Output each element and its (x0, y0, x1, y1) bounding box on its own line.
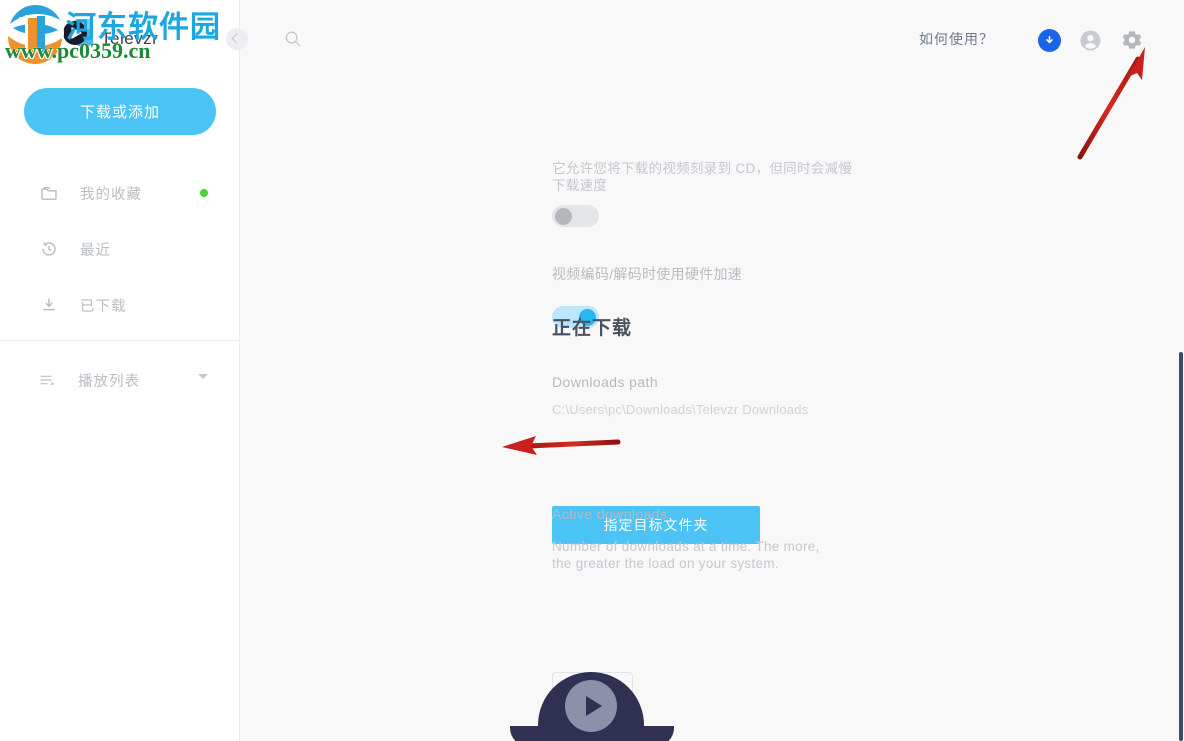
active-downloads-hint-line1: Number of downloads at a time. The more, (552, 539, 820, 554)
active-downloads-title: Active downloads (552, 506, 668, 522)
folder-icon (40, 184, 58, 202)
burn-cd-description-line2: 下载速度 (552, 178, 608, 193)
download-or-add-button[interactable]: 下载或添加 (24, 88, 216, 135)
settings-content: 它允许您将下载的视频刻录到 CD，但同时会减慢 下载速度 视频编码/解码时使用硬… (240, 76, 1184, 741)
sidebar-item-label: 播放列表 (78, 373, 140, 390)
favorites-status-dot (200, 189, 208, 197)
account-icon[interactable] (1079, 29, 1102, 52)
downloads-path-label: Downloads path (552, 374, 658, 390)
burn-cd-toggle[interactable] (552, 205, 599, 227)
sidebar-divider (0, 340, 240, 341)
downloads-path-value: C:\Users\pc\Downloads\Televzr Downloads (552, 402, 809, 417)
playlist-lines-icon (38, 371, 56, 389)
active-downloads-hint-line2: the greater the load on your system. (552, 556, 779, 571)
search-icon[interactable] (283, 29, 303, 49)
downloads-icon[interactable] (1038, 28, 1061, 52)
brand: Televzr (0, 0, 240, 62)
sidebar-item-label: 我的收藏 (80, 186, 142, 203)
sidebar-item-recent[interactable]: 最近 (0, 221, 240, 277)
sidebar: Televzr 下载或添加 我的收藏 最近 已下载 播放列表 (0, 0, 248, 741)
settings-gear-icon[interactable] (1120, 28, 1144, 52)
sidebar-nav: 我的收藏 最近 已下载 (0, 165, 240, 333)
televzr-play-logo-icon (63, 19, 93, 46)
hardware-acceleration-label: 视频编码/解码时使用硬件加速 (552, 266, 743, 282)
sidebar-item-label: 已下载 (80, 298, 127, 315)
play-button-icon[interactable] (565, 680, 617, 732)
televzr-settings-window: Televzr 下载或添加 我的收藏 最近 已下载 播放列表 如何使用？ 它允许… (0, 0, 1184, 741)
downloading-section-title: 正在下载 (552, 318, 633, 339)
collapse-sidebar-icon[interactable] (226, 28, 248, 50)
brand-name: Televzr (101, 29, 159, 48)
sidebar-item-downloaded[interactable]: 已下载 (0, 277, 240, 333)
sidebar-item-playlist[interactable]: 播放列表 (0, 358, 240, 402)
sidebar-item-favorites[interactable]: 我的收藏 (0, 165, 240, 221)
chevron-down-icon[interactable] (198, 374, 208, 379)
burn-cd-description-line1: 它允许您将下载的视频刻录到 CD，但同时会减慢 (552, 161, 853, 176)
topbar: 如何使用？ (240, 0, 1184, 76)
content-scrollbar-track[interactable] (1176, 76, 1184, 741)
content-scrollbar-thumb[interactable] (1179, 352, 1183, 741)
history-clock-icon (40, 240, 58, 258)
download-tray-icon (40, 296, 58, 314)
toggle-knob (555, 208, 572, 225)
how-to-use-link[interactable]: 如何使用？ (919, 29, 994, 49)
sidebar-item-label: 最近 (80, 242, 111, 259)
topbar-icons (1020, 28, 1144, 52)
